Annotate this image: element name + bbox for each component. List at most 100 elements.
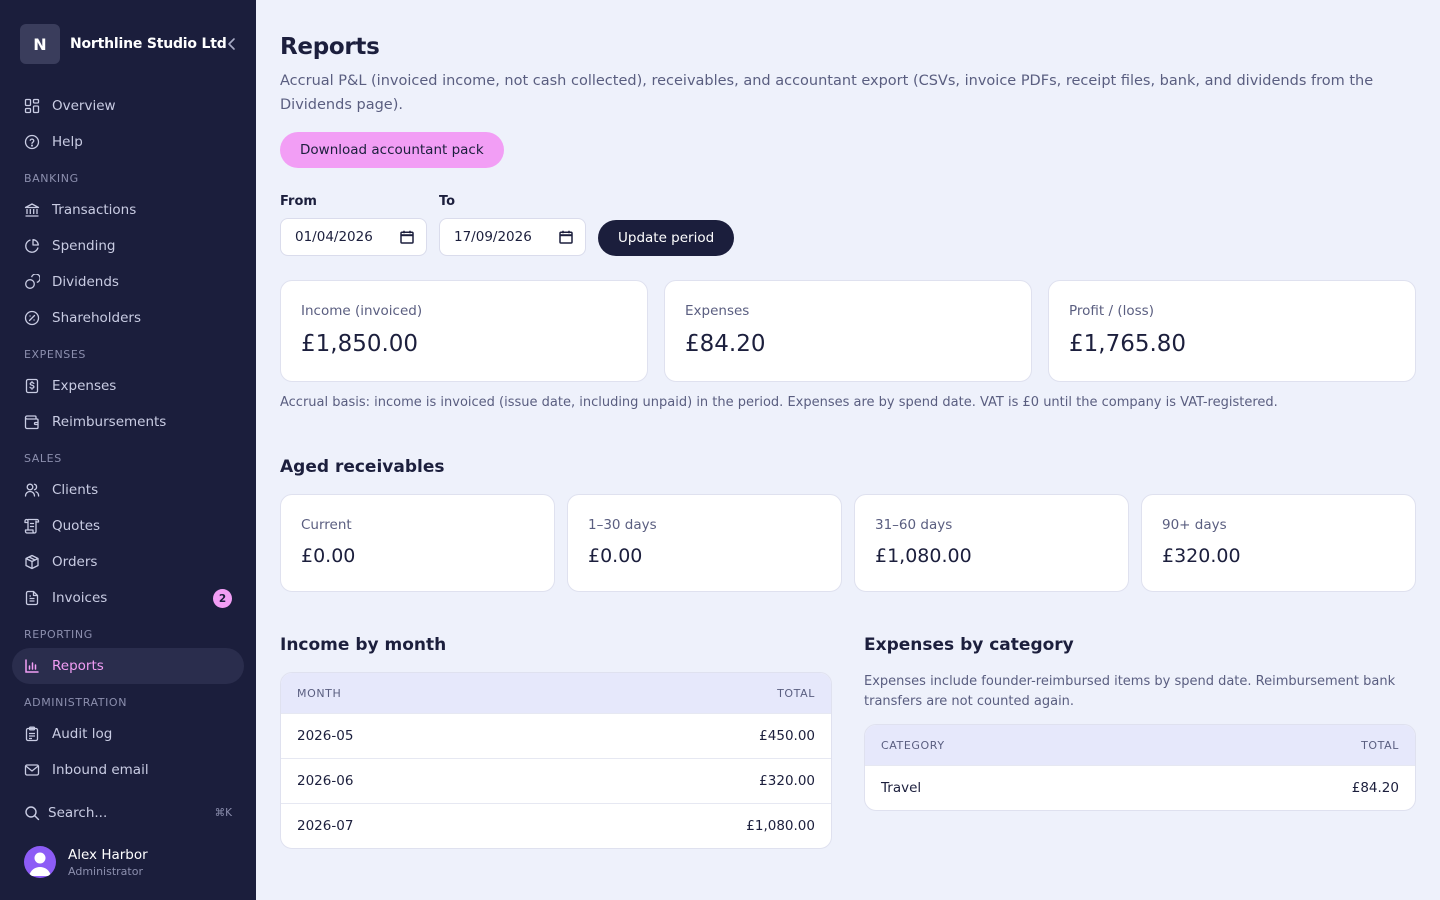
page-description: Accrual P&L (invoiced income, not cash c… [280, 73, 1374, 113]
calendar-icon[interactable] [400, 230, 414, 244]
sidebar-item-label: Transactions [52, 202, 137, 218]
grid-icon [24, 98, 40, 114]
sidebar-item-overview[interactable]: Overview [12, 88, 244, 124]
income-by-month-title: Income by month [280, 635, 447, 655]
user-icon [29, 852, 51, 876]
scroll-icon [24, 518, 40, 534]
users-icon [24, 483, 40, 497]
sidebar-item-label: Shareholders [52, 310, 141, 326]
brand-name: Northline Studio Ltd [70, 36, 227, 52]
sidebar-item-label: Spending [52, 238, 116, 254]
clipboard-icon [25, 726, 39, 742]
from-date-input[interactable]: 01/04/2026 [280, 218, 427, 256]
sidebar-item-audit-log[interactable]: Audit log [12, 716, 244, 752]
help-circle-icon [24, 134, 40, 150]
profit-card: Profit / (loss) £1,765.80 [1048, 280, 1416, 382]
sidebar-item-inbound-email[interactable]: Inbound email [12, 752, 244, 788]
sidebar: N Northline Studio Ltd Overview Help BAN… [0, 0, 256, 900]
sidebar-item-transactions[interactable]: Transactions [12, 192, 244, 228]
nav-section-banking: BANKING [24, 172, 79, 185]
sidebar-item-dividends[interactable]: Dividends [12, 264, 244, 300]
aged-bucket-90-plus: 90+ days £320.00 [1141, 494, 1416, 592]
income-label: Income (invoiced) [301, 303, 423, 319]
column-header-category: CATEGORY [881, 738, 945, 752]
sidebar-item-expenses[interactable]: Expenses [12, 368, 244, 404]
to-label: To [439, 194, 456, 209]
nav-section-expenses: EXPENSES [24, 348, 87, 361]
brand-logo: N [20, 24, 60, 64]
nav-section-reporting: REPORTING [24, 628, 93, 641]
user-role: Administrator [68, 864, 143, 878]
brand: N Northline Studio Ltd [20, 24, 244, 64]
sidebar-item-invoices[interactable]: Invoices 2 [12, 580, 244, 616]
row-total: £320.00 [759, 773, 815, 789]
package-icon [25, 554, 39, 570]
search-icon [25, 806, 40, 821]
from-date-value: 01/04/2026 [295, 229, 373, 245]
calendar-icon[interactable] [559, 230, 573, 244]
income-card: Income (invoiced) £1,850.00 [280, 280, 648, 382]
aged-bucket-label: 31–60 days [875, 517, 953, 533]
sidebar-item-quotes[interactable]: Quotes [12, 508, 244, 544]
aged-bucket-label: Current [301, 517, 352, 533]
table-row: Travel £84.20 [865, 765, 1415, 810]
bar-chart-icon [25, 659, 39, 673]
aged-bucket-value: £320.00 [1162, 545, 1241, 567]
from-label: From [280, 194, 317, 209]
coins-icon [25, 274, 40, 289]
sidebar-search[interactable]: Search... ⌘K [24, 802, 232, 824]
sidebar-item-reimbursements[interactable]: Reimbursements [12, 404, 244, 440]
page-title: Reports [280, 34, 380, 60]
sidebar-item-orders[interactable]: Orders [12, 544, 244, 580]
expenses-by-category-table: CATEGORY TOTAL Travel £84.20 [864, 724, 1416, 811]
aged-bucket-31-60: 31–60 days £1,080.00 [854, 494, 1129, 592]
chevron-left-icon[interactable] [224, 36, 240, 52]
sidebar-item-label: Clients [52, 482, 99, 498]
sidebar-item-spending[interactable]: Spending [12, 228, 244, 264]
wallet-icon [24, 415, 39, 430]
user-profile[interactable]: Alex Harbor Administrator [24, 846, 148, 878]
expenses-category-note: Expenses include founder-reimbursed item… [864, 674, 1396, 709]
aged-bucket-current: Current £0.00 [280, 494, 555, 592]
nav-section-administration: ADMINISTRATION [24, 696, 128, 709]
to-date-value: 17/09/2026 [454, 229, 532, 245]
sidebar-item-shareholders[interactable]: Shareholders [12, 300, 244, 336]
invoices-count-badge: 2 [213, 589, 232, 608]
search-label: Search... [48, 805, 108, 821]
update-period-button[interactable]: Update period [598, 220, 735, 256]
receipt-dollar-icon [25, 378, 39, 394]
row-total: £1,080.00 [746, 818, 815, 834]
table-row: 2026-07 £1,080.00 [281, 803, 831, 848]
table-header: CATEGORY TOTAL [865, 725, 1415, 765]
sidebar-item-clients[interactable]: Clients [12, 472, 244, 508]
file-text-icon [25, 590, 39, 606]
pie-chart-icon [25, 239, 39, 253]
row-category: Travel [881, 780, 922, 796]
aged-bucket-1-30: 1–30 days £0.00 [567, 494, 842, 592]
expenses-label: Expenses [685, 303, 750, 319]
download-accountant-pack-button[interactable]: Download accountant pack [280, 132, 504, 168]
sidebar-item-label: Dividends [52, 274, 119, 290]
user-name: Alex Harbor [68, 846, 148, 863]
sidebar-item-label: Inbound email [52, 762, 149, 778]
row-month: 2026-05 [297, 728, 354, 744]
sidebar-item-reports[interactable]: Reports [12, 648, 244, 684]
aged-bucket-value: £1,080.00 [875, 545, 972, 567]
aged-bucket-value: £0.00 [588, 545, 643, 567]
aged-bucket-label: 1–30 days [588, 517, 657, 533]
aged-receivables-title: Aged receivables [280, 457, 445, 477]
sidebar-item-label: Overview [52, 98, 116, 114]
sidebar-item-label: Help [52, 134, 83, 150]
expenses-by-category-title: Expenses by category [864, 635, 1074, 655]
to-date-input[interactable]: 17/09/2026 [439, 218, 586, 256]
row-month: 2026-06 [297, 773, 354, 789]
sidebar-item-label: Orders [52, 554, 98, 570]
badge-icon [24, 310, 40, 326]
table-header: MONTH TOTAL [281, 673, 831, 713]
search-shortcut: ⌘K [214, 807, 232, 819]
nav-section-sales: SALES [24, 452, 62, 465]
row-month: 2026-07 [297, 818, 354, 834]
column-header-total: TOTAL [777, 686, 815, 700]
sidebar-item-help[interactable]: Help [12, 124, 244, 160]
row-total: £84.20 [1351, 780, 1399, 796]
